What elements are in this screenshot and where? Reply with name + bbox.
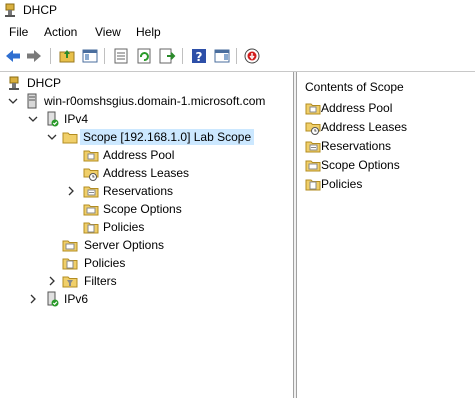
address-pool-icon	[305, 103, 321, 115]
chevron-right-icon[interactable]	[66, 186, 76, 196]
up-folder-icon[interactable]	[58, 47, 76, 65]
tree-label: Address Leases	[103, 166, 190, 180]
reservations-icon	[83, 186, 99, 198]
tree-label: Filters	[84, 274, 117, 288]
dhcp-icon	[9, 76, 19, 90]
tree-node-ipv6[interactable]: IPv6	[0, 290, 293, 308]
tree-node-scope-policies[interactable]: Policies	[0, 218, 293, 236]
forward-icon[interactable]	[25, 47, 43, 65]
show-action-pane-icon[interactable]	[213, 47, 231, 65]
tree-node-policies[interactable]: Policies	[0, 254, 293, 272]
chevron-right-icon[interactable]	[47, 276, 57, 286]
chevron-down-icon[interactable]	[8, 96, 18, 106]
ipv6-icon	[47, 291, 59, 307]
tree-node-ipv4[interactable]: IPv4	[0, 110, 293, 128]
tree-node-address-pool[interactable]: Address Pool	[0, 146, 293, 164]
tree-label: Policies	[84, 256, 126, 270]
list-item-label: Reservations	[321, 139, 392, 153]
tree-label: IPv6	[64, 292, 89, 306]
back-icon[interactable]	[4, 47, 22, 65]
menu-help[interactable]: Help	[134, 25, 163, 39]
scope-options-icon	[83, 204, 99, 216]
policies-icon	[62, 258, 78, 270]
list-item-label: Policies	[321, 177, 363, 191]
server-options-icon	[62, 240, 78, 252]
svg-text:?: ?	[196, 50, 203, 64]
server-icon	[27, 93, 37, 109]
tree-label: IPv4	[64, 112, 89, 126]
export-list-icon[interactable]	[158, 47, 176, 65]
tree-label: Reservations	[103, 184, 174, 198]
results-pane: Contents of Scope Address Pool Address L…	[297, 72, 475, 398]
policies-icon	[305, 179, 321, 191]
chevron-down-icon[interactable]	[28, 114, 38, 124]
tree-node-scope-options[interactable]: Scope Options	[0, 200, 293, 218]
filters-icon	[62, 276, 78, 288]
scope-options-icon	[305, 160, 321, 172]
tree-label: Scope [192.168.1.0] Lab Scope	[80, 129, 255, 145]
menu-file[interactable]: File	[7, 25, 30, 39]
window-title: DHCP	[23, 3, 58, 17]
toolbar: ?	[0, 43, 475, 72]
title-bar: DHCP	[0, 0, 475, 22]
menu-action[interactable]: Action	[42, 25, 79, 39]
folder-icon	[62, 132, 78, 144]
tree-node-server[interactable]: win-r0omshsgius.domain-1.microsoft.com	[0, 92, 293, 110]
tree-node-filters[interactable]: Filters	[0, 272, 293, 290]
properties-icon[interactable]	[112, 47, 130, 65]
chevron-down-icon[interactable]	[47, 132, 57, 142]
reservations-icon	[305, 141, 321, 153]
list-item-label: Address Leases	[321, 120, 408, 134]
tree-label: DHCP	[27, 76, 62, 90]
ipv4-icon	[47, 111, 59, 127]
tree-node-scope[interactable]: Scope [192.168.1.0] Lab Scope	[0, 128, 293, 146]
menu-bar: File Action View Help	[0, 22, 475, 42]
results-pane-header: Contents of Scope	[305, 80, 404, 94]
tree-label: win-r0omshsgius.domain-1.microsoft.com	[44, 94, 266, 108]
tree-node-address-leases[interactable]: Address Leases	[0, 164, 293, 182]
console-tree: DHCP win-r0omshsgius.domain-1.microsoft.…	[0, 72, 293, 398]
menu-view[interactable]: View	[93, 25, 123, 39]
list-item-label: Scope Options	[321, 158, 400, 172]
tree-node-dhcp[interactable]: DHCP	[0, 74, 293, 92]
dhcp-app-icon	[5, 3, 15, 17]
policies-icon	[83, 222, 99, 234]
chevron-right-icon[interactable]	[28, 294, 38, 304]
list-item-label: Address Pool	[321, 101, 393, 115]
toolbar-separator	[104, 48, 105, 64]
refresh-icon[interactable]	[135, 47, 153, 65]
stop-icon[interactable]	[243, 47, 261, 65]
tree-node-reservations[interactable]: Reservations	[0, 182, 293, 200]
toolbar-separator	[50, 48, 51, 64]
toolbar-separator	[236, 48, 237, 64]
tree-label: Policies	[103, 220, 145, 234]
address-leases-icon	[305, 122, 321, 135]
address-pool-icon	[83, 150, 99, 162]
show-hide-tree-icon[interactable]	[81, 47, 99, 65]
tree-label: Scope Options	[103, 202, 182, 216]
tree-node-server-options[interactable]: Server Options	[0, 236, 293, 254]
address-leases-icon	[83, 168, 99, 181]
tree-label: Server Options	[84, 238, 165, 252]
toolbar-separator	[182, 48, 183, 64]
help-icon[interactable]: ?	[190, 47, 208, 65]
tree-label: Address Pool	[103, 148, 175, 162]
